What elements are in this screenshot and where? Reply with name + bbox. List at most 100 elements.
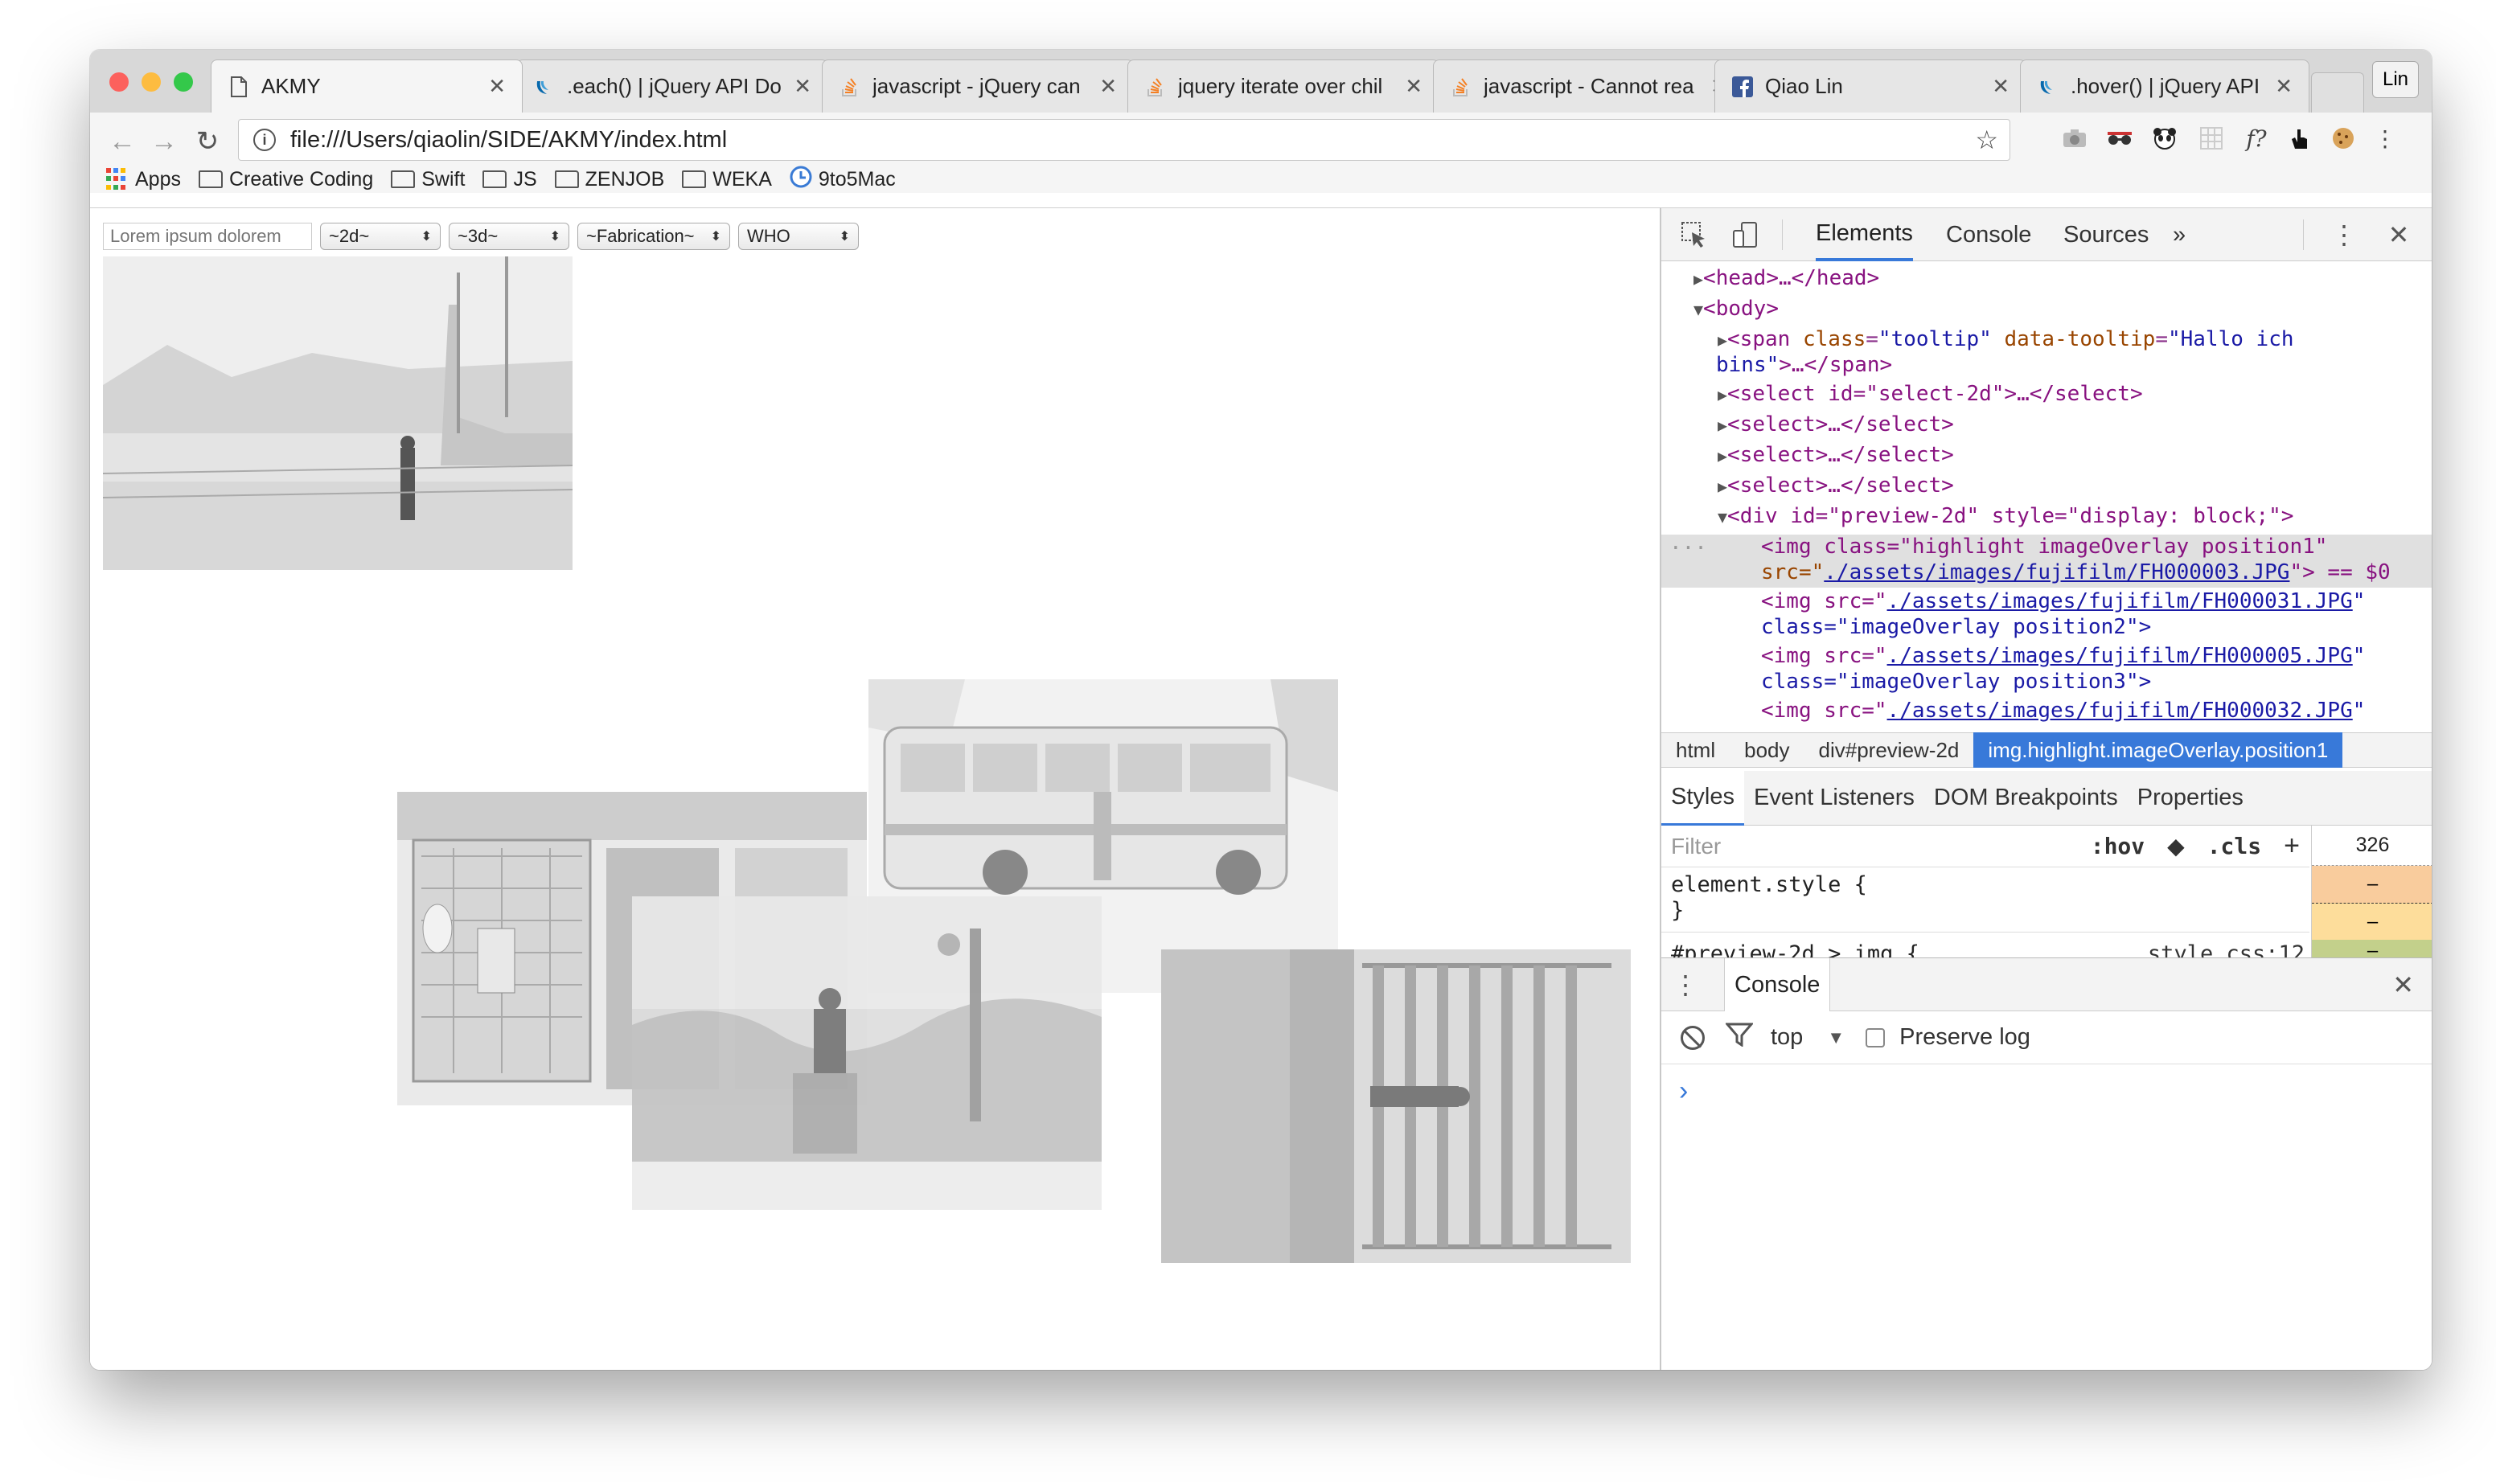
dom-img3-node[interactable]: <img src="./assets/images/fujifilm/FH000… <box>1761 644 2365 668</box>
select-3d[interactable]: ~3d~ ⬍ <box>449 223 569 250</box>
breadcrumb-body[interactable]: body <box>1730 732 1804 768</box>
box-border[interactable]: – <box>2312 903 2432 940</box>
dom-src-link[interactable]: ./assets/images/fujifilm/FH000005.JPG <box>1887 644 2353 668</box>
tab-elements[interactable]: Elements <box>1816 208 1913 261</box>
dom-select-node[interactable]: ▶<select>…</select> <box>1718 412 1954 437</box>
photo-garden-person[interactable] <box>632 896 1102 1210</box>
maximize-window-button[interactable] <box>174 72 193 92</box>
bookmark-swift[interactable]: Swift <box>391 168 465 191</box>
dom-img2-node[interactable]: <img src="./assets/images/fujifilm/FH000… <box>1761 589 2365 613</box>
info-icon[interactable]: i <box>253 129 276 151</box>
hov-toggle[interactable]: :hov <box>2091 833 2145 859</box>
dom-src-link[interactable]: ./assets/images/fujifilm/FH000032.JPG <box>1887 699 2353 723</box>
tab-qiao-lin[interactable]: Qiao Lin ✕ <box>1714 59 2026 113</box>
close-icon[interactable]: ✕ <box>794 74 811 99</box>
tab-properties[interactable]: Properties <box>2128 771 2253 826</box>
context-selector[interactable]: top <box>1771 1024 1803 1051</box>
tab-sources[interactable]: Sources <box>2063 208 2149 261</box>
breadcrumb-img[interactable]: img.highlight.imageOverlay.position1 <box>1973 732 2343 768</box>
close-icon[interactable]: ✕ <box>1099 74 1117 99</box>
bookmark-js[interactable]: JS <box>482 168 537 191</box>
drawer-menu-icon[interactable]: ⋮ <box>1673 970 1698 1000</box>
inspect-cursor-icon[interactable] <box>1679 219 1710 250</box>
clear-console-icon[interactable] <box>1681 1025 1705 1050</box>
bookmark-label: WEKA <box>712 167 772 191</box>
tab-console[interactable]: Console <box>1946 208 2031 261</box>
chevron-down-icon[interactable]: ▼ <box>1827 1027 1845 1048</box>
dom-img4-node[interactable]: <img src="./assets/images/fujifilm/FH000… <box>1761 699 2365 723</box>
bookmark-9to5mac[interactable]: 9to5Mac <box>790 166 896 194</box>
photo-stone-pillars[interactable] <box>1161 949 1631 1263</box>
tab-akmy[interactable]: AKMY ✕ <box>211 59 523 113</box>
bookmark-zenjob[interactable]: ZENJOB <box>554 168 664 191</box>
tab-iterate[interactable]: jquery iterate over chil ✕ <box>1127 59 1439 113</box>
profile-button[interactable]: Lin <box>2372 61 2419 98</box>
tab-cannot-read[interactable]: javascript - Cannot rea ✕ <box>1433 59 1745 113</box>
dom-img1-node[interactable]: <img class="highlight imageOverlay posit… <box>1761 535 2327 559</box>
add-rule-icon[interactable]: + <box>2284 830 2300 862</box>
reload-icon[interactable]: ↻ <box>191 125 224 158</box>
select-fabrication[interactable]: ~Fabrication~ ⬍ <box>577 223 730 250</box>
bookmark-apps[interactable]: Apps <box>106 168 181 191</box>
dom-div-preview-node[interactable]: ▼<div id="preview-2d" style="display: bl… <box>1718 504 2293 528</box>
tab-hover[interactable]: .hover() | jQuery API Do ✕ <box>2020 59 2309 113</box>
new-tab-button[interactable] <box>2311 72 2364 113</box>
dom-src-link[interactable]: ./assets/images/fujifilm/FH000031.JPG <box>1887 589 2353 613</box>
dom-head-node[interactable]: ▶<head>…</head> <box>1693 266 1879 290</box>
dom-body-node[interactable]: ▼<body> <box>1693 297 1779 321</box>
cls-toggle[interactable]: .cls <box>2207 833 2261 859</box>
preserve-log-checkbox[interactable] <box>1866 1027 1886 1047</box>
node-actions-icon[interactable]: ··· <box>1669 536 1707 560</box>
box-model-width[interactable]: 326 <box>2312 826 2432 866</box>
camera-icon[interactable] <box>2060 124 2089 153</box>
tab-jquery-can[interactable]: javascript - jQuery can ✕ <box>822 59 1134 113</box>
address-bar[interactable]: i file:///Users/qiaolin/SIDE/AKMY/index.… <box>238 119 2010 161</box>
box-padding[interactable]: – <box>2312 940 2432 957</box>
breadcrumb-div[interactable]: div#preview-2d <box>1804 732 1974 768</box>
more-tabs-icon[interactable]: » <box>2173 208 2186 261</box>
select-2d[interactable]: ~2d~ ⬍ <box>320 223 441 250</box>
close-icon[interactable]: ✕ <box>1992 74 2010 99</box>
tab-each[interactable]: .each() | jQuery API Do ✕ <box>516 59 828 113</box>
tab-dom-breakpoints[interactable]: DOM Breakpoints <box>1924 771 2128 826</box>
chrome-menu-icon[interactable]: ⋮ <box>2371 124 2400 153</box>
close-window-button[interactable] <box>109 72 129 92</box>
incognito-glasses-icon[interactable] <box>2105 124 2134 153</box>
close-icon[interactable]: ✕ <box>2275 74 2293 99</box>
console-prompt-icon[interactable]: › <box>1679 1076 1688 1107</box>
close-icon[interactable]: ✕ <box>488 74 506 99</box>
dom-select-2d-node[interactable]: ▶<select id="select-2d">…</select> <box>1718 382 2143 406</box>
cursor-hand-icon[interactable] <box>2285 124 2314 153</box>
element-style-rule[interactable]: element.style { <box>1671 872 1867 897</box>
bookmark-star-icon[interactable]: ☆ <box>1975 125 1998 155</box>
minimize-window-button[interactable] <box>142 72 161 92</box>
lorem-text-input[interactable] <box>103 223 312 250</box>
device-toolbar-icon[interactable] <box>1730 219 1761 250</box>
styles-filter-input[interactable]: Filter <box>1671 834 2091 859</box>
panda-icon[interactable] <box>2150 124 2179 153</box>
filter-funnel-icon[interactable] <box>1724 1023 1755 1053</box>
close-devtools-icon[interactable]: ✕ <box>2383 219 2414 250</box>
devtools-menu-icon[interactable]: ⋮ <box>2329 219 2359 250</box>
dom-select-node[interactable]: ▶<select>…</select> <box>1718 443 1954 467</box>
cookie-icon[interactable] <box>2329 124 2358 153</box>
drawer-tab-console[interactable]: Console <box>1724 958 1831 1011</box>
forward-arrow-icon[interactable]: → <box>148 125 180 158</box>
dom-select-node[interactable]: ▶<select>…</select> <box>1718 473 1954 498</box>
breadcrumb-html[interactable]: html <box>1661 732 1730 768</box>
select-who[interactable]: WHO ⬍ <box>738 223 859 250</box>
bookmark-creative-coding[interactable]: Creative Coding <box>198 168 373 191</box>
close-drawer-icon[interactable]: ✕ <box>2392 970 2414 1000</box>
tab-event-listeners[interactable]: Event Listeners <box>1744 771 1924 826</box>
color-format-icon[interactable]: ◆ <box>2167 833 2185 859</box>
back-arrow-icon[interactable]: ← <box>106 125 138 158</box>
grid-extension-icon[interactable] <box>2197 124 2226 153</box>
close-icon[interactable]: ✕ <box>1405 74 1422 99</box>
box-margin[interactable]: – <box>2312 866 2432 903</box>
tab-styles[interactable]: Styles <box>1661 770 1744 826</box>
photo-lake-ship[interactable] <box>103 256 573 570</box>
dom-span-node[interactable]: ▶<span class="tooltip" data-tooltip="Hal… <box>1718 327 2294 351</box>
bookmark-weka[interactable]: WEKA <box>682 168 772 191</box>
dom-src-link[interactable]: ./assets/images/fujifilm/FH000003.JPG <box>1824 560 2289 584</box>
font-identifier-icon[interactable]: f? <box>2242 124 2271 153</box>
